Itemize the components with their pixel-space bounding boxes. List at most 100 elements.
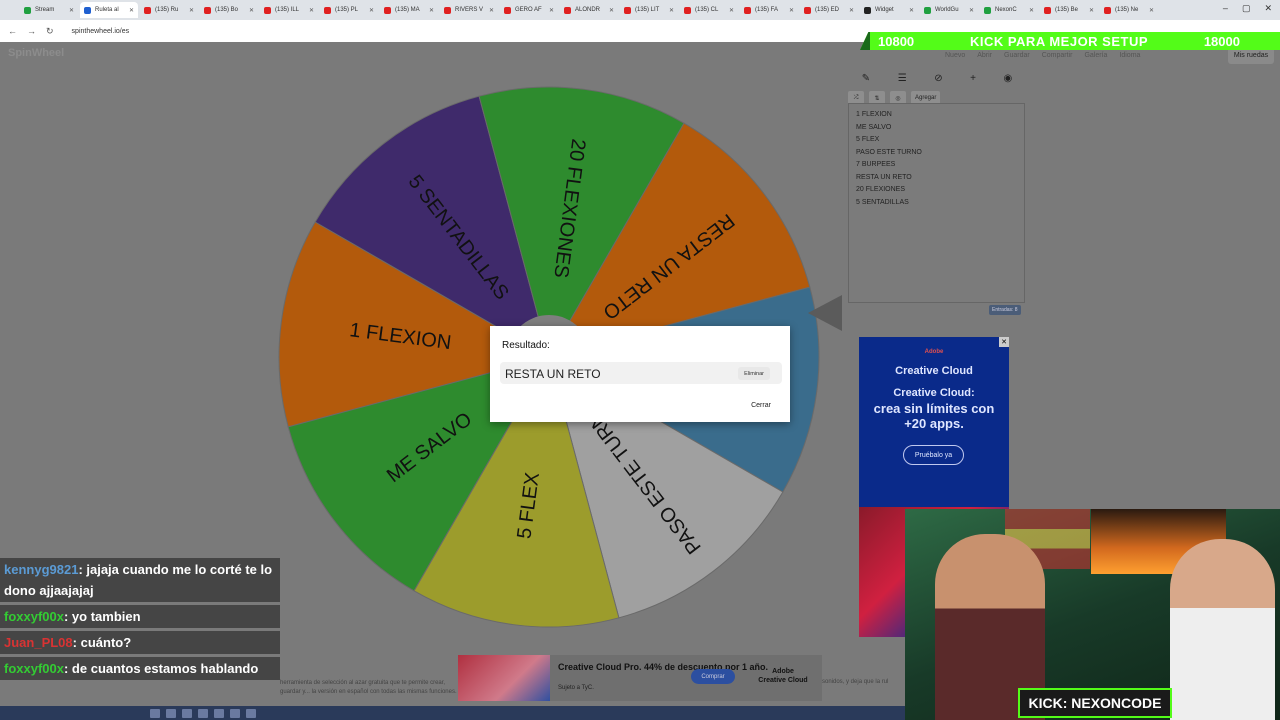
browser-tab-label: (135) FA [755,7,779,13]
browser-tab[interactable]: RIVERS V ✕ [440,2,498,18]
color-wheel-icon[interactable]: ◉ [1003,73,1012,84]
browser-tab[interactable]: NexonC ✕ [980,2,1038,18]
delete-button[interactable]: Eliminar [738,367,770,380]
close-tab-icon[interactable]: ✕ [489,7,494,14]
ad-headline: crea sin límites con +20 apps. [873,401,995,431]
browser-tab-label: (135) Bo [215,7,239,13]
close-tab-icon[interactable]: ✕ [609,7,614,14]
minimize-icon[interactable]: – [1223,3,1228,14]
banner-ad-headline: Creative Cloud Pro. 44% de descuento por… [558,662,769,672]
site-nav-item[interactable]: Abrir [977,52,992,59]
browser-tab[interactable]: (135) ILL ✕ [260,2,318,18]
close-tab-icon[interactable]: ✕ [429,7,434,14]
site-nav: Nuevo Abrir Guardar Compartir Galería Idioma [945,52,1140,59]
youtube-favicon [624,6,631,14]
close-tab-icon[interactable]: ✕ [1089,7,1094,14]
browser-tab[interactable]: (135) ED ✕ [800,2,858,18]
entries-count-badge: Entradas: 8 [989,305,1021,315]
close-tab-icon[interactable]: ✕ [1149,7,1154,14]
browser-tab-label: (135) ILL [275,7,300,13]
ad-cta-button[interactable]: Pruébalo ya [903,445,964,465]
browser-tab-label: (135) PL [335,7,359,13]
plus-icon[interactable]: + [970,73,976,84]
browser-tab[interactable]: (135) FA ✕ [740,2,798,18]
youtube-favicon [1044,6,1051,14]
shuffle-icon: ⤮ [853,94,859,101]
site-nav-item[interactable]: Nuevo [945,52,965,59]
ad-product: Creative Cloud [895,365,973,377]
youtube-favicon [684,6,691,14]
entries-textarea[interactable]: 1 FLEXION ME SALVO 5 FLEX PASO ESTE TURNO 7 … [848,103,1025,303]
wheel-pointer-arrow [808,295,842,331]
browser-tab-label: ALONDR [575,7,601,13]
goal-left-count: 10800 [878,33,915,49]
browser-tab-label: (135) MA [395,7,420,13]
site-nav-item[interactable]: Idioma [1119,52,1140,59]
chat-message: foxxyf00x: de cuantos estamos hablando [0,657,280,680]
close-tab-icon[interactable]: ✕ [909,7,914,14]
youtube-favicon [204,6,211,14]
browser-tab-label: RIVERS V [455,7,484,13]
browser-tab[interactable]: (135) Bo ✕ [200,2,258,18]
close-tab-icon[interactable]: ✕ [129,7,134,14]
chat-message: foxxyf00x: yo tambien [0,605,280,628]
browser-tab[interactable]: (135) PL ✕ [320,2,378,18]
list-icon[interactable]: ☰ [898,73,907,84]
goal-center-text: KICK PARA MEJOR SETUP [969,33,1149,49]
browser-tab[interactable]: (135) Ne ✕ [1100,2,1158,18]
back-icon[interactable]: ← [8,26,17,36]
close-dialog-button[interactable]: Cerrar [744,397,778,413]
result-dialog-title: Resultado: [502,340,550,351]
close-tab-icon[interactable]: ✕ [669,7,674,14]
close-tab-icon[interactable]: ✕ [309,7,314,14]
site-logo[interactable]: SpinWheel [8,47,64,59]
close-tab-icon[interactable]: ✕ [189,7,194,14]
pencil-icon[interactable]: ✎ [862,73,870,84]
entry-line: ME SALVO [856,123,892,131]
eye-off-icon[interactable]: ⊘ [934,73,942,84]
browser-tab[interactable]: Widget ✕ [860,2,918,18]
close-tab-icon[interactable]: ✕ [969,7,974,14]
ad-close-icon[interactable]: ✕ [999,337,1009,347]
chat-username: Juan_PL08 [4,635,73,650]
maximize-icon[interactable]: ▢ [1242,3,1251,14]
stream-goal-bar: 10800 KICK PARA MEJOR SETUP 18000 [860,32,1280,50]
kick-channel-badge: KICK: NEXONCODE [1018,688,1172,718]
entry-line: 7 BURPEES [856,161,896,168]
site-nav-item[interactable]: Galería [1084,52,1107,59]
banner-ad[interactable]: Creative Cloud Pro. 44% de descuento por… [458,655,822,701]
close-tab-icon[interactable]: ✕ [369,7,374,14]
browser-tab[interactable]: GERO AF ✕ [500,2,558,18]
close-tab-icon[interactable]: ✕ [69,7,74,14]
browser-tab[interactable]: WorldGu ✕ [920,2,978,18]
browser-tab[interactable]: ALONDR ✕ [560,2,618,18]
close-tab-icon[interactable]: ✕ [1029,7,1034,14]
chat-message: Juan_PL08: cuánto? [0,631,280,654]
reload-icon[interactable]: ↻ [46,26,54,37]
close-tab-icon[interactable]: ✕ [729,7,734,14]
browser-tab[interactable]: (135) CL ✕ [680,2,738,18]
entry-line: 1 FLEXION [856,111,892,118]
browser-tab[interactable]: (135) MA ✕ [380,2,438,18]
close-tab-icon[interactable]: ✕ [249,7,254,14]
site-nav-item[interactable]: Guardar [1004,52,1030,59]
close-tab-icon[interactable]: ✕ [849,7,854,14]
banner-ad-cta[interactable]: Comprar [691,669,735,684]
close-window-icon[interactable]: ✕ [1264,3,1272,14]
browser-tab[interactable]: (135) Ru ✕ [140,2,198,18]
close-tab-icon[interactable]: ✕ [789,7,794,14]
browser-tab[interactable]: Stream ✕ [20,2,78,18]
browser-tab[interactable]: Ruleta al ✕ [80,2,138,18]
url-field[interactable]: spinthewheel.io/es [72,28,130,35]
site-nav-item[interactable]: Compartir [1042,52,1073,59]
page-description: herramienta de selección al azar gratuit… [280,680,457,695]
forward-icon[interactable]: → [27,26,36,36]
globe-favicon [924,6,931,14]
close-tab-icon[interactable]: ✕ [549,7,554,14]
browser-tab-label: (135) Be [1055,7,1079,13]
kick-favicon [984,6,991,14]
youtube-favicon [804,6,811,14]
browser-tab-bar: Stream ✕ Ruleta al ✕ (135) Ru ✕ (135) Bo ✕ (135)… [0,0,1280,20]
browser-tab[interactable]: (135) Be ✕ [1040,2,1098,18]
browser-tab[interactable]: (135) LIT ✕ [620,2,678,18]
